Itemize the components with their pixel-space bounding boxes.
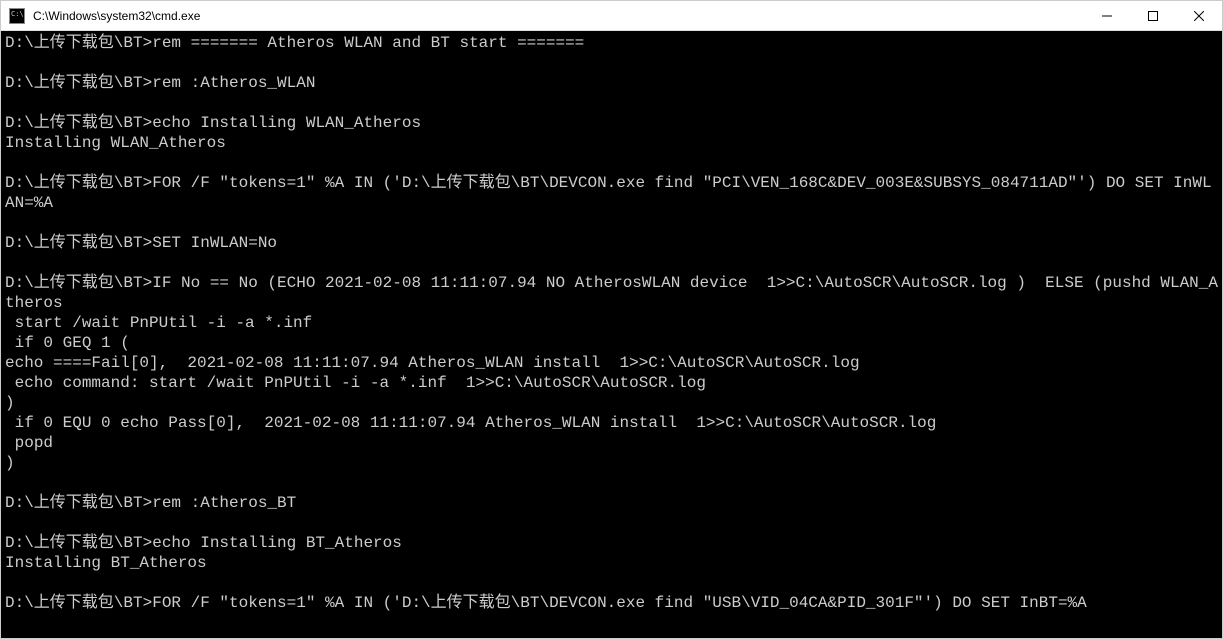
console-output[interactable]: D:\上传下载包\BT>rem ======= Atheros WLAN and… bbox=[1, 31, 1222, 638]
console-line: D:\上传下载包\BT>rem ======= Atheros WLAN and… bbox=[5, 33, 1218, 53]
console-line bbox=[5, 253, 1218, 273]
console-line: start /wait PnPUtil -i -a *.inf bbox=[5, 313, 1218, 333]
console-line bbox=[5, 473, 1218, 493]
console-line: D:\上传下载包\BT>rem :Atheros_BT bbox=[5, 493, 1218, 513]
maximize-icon bbox=[1148, 11, 1158, 21]
console-line bbox=[5, 53, 1218, 73]
console-line: Installing WLAN_Atheros bbox=[5, 133, 1218, 153]
console-line bbox=[5, 573, 1218, 593]
console-line: Installing BT_Atheros bbox=[5, 553, 1218, 573]
console-line: D:\上传下载包\BT>FOR /F "tokens=1" %A IN ('D:… bbox=[5, 173, 1218, 213]
console-line bbox=[5, 153, 1218, 173]
maximize-button[interactable] bbox=[1130, 1, 1176, 31]
console-line: D:\上传下载包\BT>SET InWLAN=No bbox=[5, 233, 1218, 253]
console-line: D:\上传下载包\BT>echo Installing BT_Atheros bbox=[5, 533, 1218, 553]
console-line: echo ====Fail[0], 2021-02-08 11:11:07.94… bbox=[5, 353, 1218, 373]
close-button[interactable] bbox=[1176, 1, 1222, 31]
console-line: D:\上传下载包\BT>echo Installing WLAN_Atheros bbox=[5, 113, 1218, 133]
close-icon bbox=[1194, 11, 1204, 21]
console-line: ) bbox=[5, 393, 1218, 413]
console-line: if 0 GEQ 1 ( bbox=[5, 333, 1218, 353]
console-line: D:\上传下载包\BT>IF No == No (ECHO 2021-02-08… bbox=[5, 273, 1218, 313]
minimize-button[interactable] bbox=[1084, 1, 1130, 31]
app-icon bbox=[9, 8, 25, 24]
console-line bbox=[5, 513, 1218, 533]
console-line: D:\上传下载包\BT>FOR /F "tokens=1" %A IN ('D:… bbox=[5, 593, 1218, 613]
console-line bbox=[5, 93, 1218, 113]
console-line: D:\上传下载包\BT>rem :Atheros_WLAN bbox=[5, 73, 1218, 93]
console-line bbox=[5, 213, 1218, 233]
cmd-window: C:\Windows\system32\cmd.exe D:\上传下载包\BT>… bbox=[0, 0, 1223, 639]
console-line: if 0 EQU 0 echo Pass[0], 2021-02-08 11:1… bbox=[5, 413, 1218, 433]
window-title: C:\Windows\system32\cmd.exe bbox=[33, 9, 200, 23]
minimize-icon bbox=[1102, 11, 1112, 21]
console-line: echo command: start /wait PnPUtil -i -a … bbox=[5, 373, 1218, 393]
console-line: popd bbox=[5, 433, 1218, 453]
titlebar[interactable]: C:\Windows\system32\cmd.exe bbox=[1, 1, 1222, 31]
console-line: ) bbox=[5, 453, 1218, 473]
